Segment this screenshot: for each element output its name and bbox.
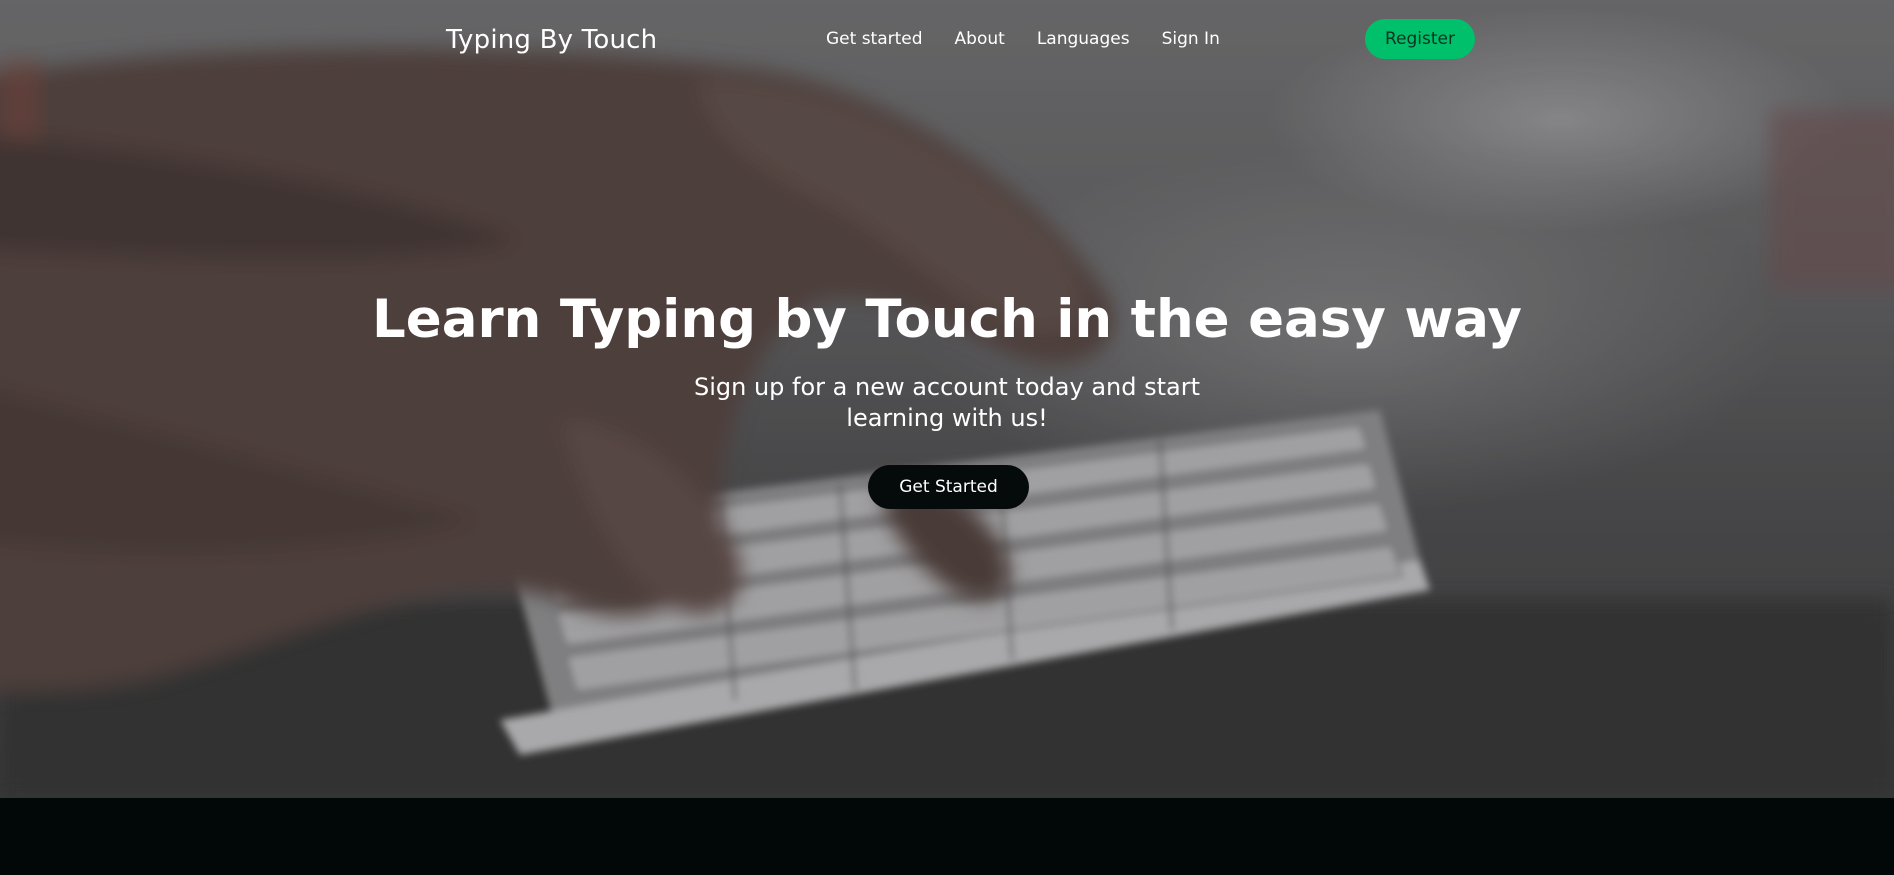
nav-link-languages[interactable]: Languages — [1037, 26, 1130, 52]
nav-link-sign-in[interactable]: Sign In — [1162, 26, 1220, 52]
hero-section: Typing By Touch Get started About Langua… — [0, 0, 1894, 798]
hero-subtitle: Sign up for a new account today and star… — [693, 373, 1201, 432]
get-started-button[interactable]: Get Started — [868, 465, 1029, 509]
next-section — [0, 798, 1894, 875]
nav-link-get-started[interactable]: Get started — [826, 26, 923, 52]
register-button[interactable]: Register — [1365, 19, 1475, 59]
brand-logo-text[interactable]: Typing By Touch — [446, 22, 657, 58]
hero-title: Learn Typing by Touch in the easy way — [372, 289, 1522, 350]
main-nav: Get started About Languages Sign In — [826, 26, 1252, 52]
nav-link-about[interactable]: About — [955, 26, 1005, 52]
